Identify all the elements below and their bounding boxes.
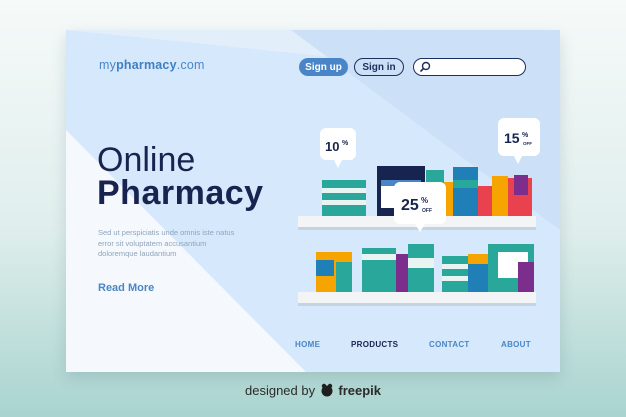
- discount-badge-15: 15 % OFF: [498, 118, 540, 164]
- nav-products[interactable]: PRODUCTS: [351, 340, 398, 349]
- nav-about[interactable]: ABOUT: [501, 340, 531, 349]
- lower-shelf-products: [316, 244, 534, 292]
- badge-25-off: OFF: [422, 208, 432, 214]
- nav-contact[interactable]: CONTACT: [429, 340, 470, 349]
- badge-15-percent: 15: [504, 130, 520, 146]
- badge-15-off: OFF: [523, 141, 532, 146]
- footer-credit: designed by freepik: [244, 383, 381, 398]
- landing-card: mypharmacy.com Sign up Sign in Online Ph…: [66, 30, 560, 372]
- badge-25-percent: 25: [401, 197, 419, 214]
- discount-badge-10: 10 %: [320, 128, 356, 168]
- nav-home[interactable]: HOME: [295, 340, 320, 349]
- badge-10-percent: 10: [325, 139, 339, 154]
- pharmacy-shelves-illustration: 10 % 25 % OFF 15 % OFF: [298, 118, 540, 306]
- badge-15-sign: %: [522, 132, 529, 139]
- badge-25-sign: %: [421, 196, 428, 205]
- badge-10-sign: %: [342, 140, 349, 147]
- lower-shelf: [298, 292, 536, 303]
- freepik-logo-icon: [321, 383, 333, 397]
